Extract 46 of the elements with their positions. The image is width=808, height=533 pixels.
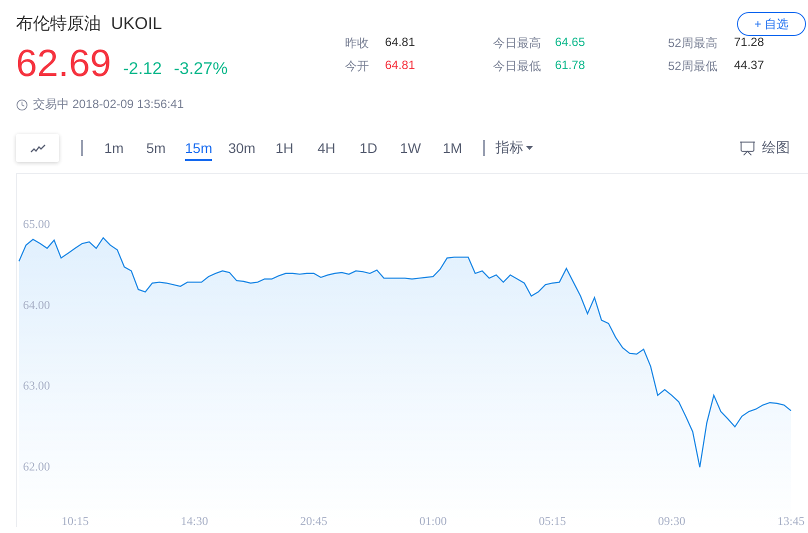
clock-icon [16, 98, 28, 110]
presentation-chart-icon [739, 140, 756, 156]
stat-label: 今日最高 [493, 35, 542, 52]
stat-label: 52周最低 [668, 58, 718, 75]
interval-tab[interactable]: 5m [143, 140, 169, 161]
y-axis-label: 62.00 [23, 459, 50, 474]
stat-label: 昨收 [345, 35, 370, 52]
x-axis-label: 10:15 [61, 514, 89, 527]
interval-tab[interactable]: 1m [101, 140, 127, 161]
add-watchlist-button[interactable]: + 自选 [737, 12, 806, 36]
interval-tab[interactable]: 1D [355, 140, 382, 161]
percent-change: -3.27% [174, 59, 228, 79]
chart-type-button[interactable] [16, 134, 59, 162]
stat-value: 64.81 [385, 58, 416, 74]
x-axis-label: 13:45 [777, 514, 805, 527]
stat-label: 今日最低 [493, 58, 542, 75]
x-axis-label: 14:30 [180, 514, 208, 527]
indicators-menu[interactable]: 指标 [495, 139, 534, 157]
interval-tab[interactable]: 1H [271, 140, 298, 161]
instrument-name: 布伦特原油 [16, 14, 101, 33]
stat-value: 71.28 [734, 35, 764, 51]
y-axis-label: 63.00 [23, 378, 50, 393]
stat-value: 64.65 [555, 35, 586, 51]
draw-button[interactable]: 绘图 [739, 139, 790, 157]
interval-tab[interactable]: 15m [185, 140, 212, 161]
last-price: 62.69 [16, 42, 112, 87]
x-axis-label: 09:30 [658, 514, 686, 527]
x-axis-label: 20:45 [300, 514, 328, 527]
stat-label: 52周最高 [668, 35, 718, 52]
line-chart-icon [30, 144, 46, 152]
interval-tab[interactable]: 1W [397, 140, 424, 161]
stat-value: 44.37 [734, 58, 764, 74]
caret-icon [526, 146, 534, 150]
y-axis-label: 64.00 [23, 298, 50, 312]
y-axis-label: 65.00 [23, 217, 50, 232]
interval-tab[interactable]: 30m [228, 140, 256, 161]
trading-status: 交易中 2018-02-09 13:56:41 [33, 96, 184, 113]
instrument-symbol: UKOIL [111, 14, 162, 33]
stat-value: 64.81 [385, 35, 416, 51]
interval-tab[interactable]: 1M [439, 140, 466, 161]
stat-label: 今开 [345, 58, 370, 75]
x-axis-label: 05:15 [538, 514, 566, 527]
stat-value: 61.78 [555, 58, 586, 74]
price-change: -2.12 [123, 59, 162, 79]
interval-tab[interactable]: 4H [313, 140, 340, 161]
x-axis-label: 01:00 [419, 514, 447, 527]
